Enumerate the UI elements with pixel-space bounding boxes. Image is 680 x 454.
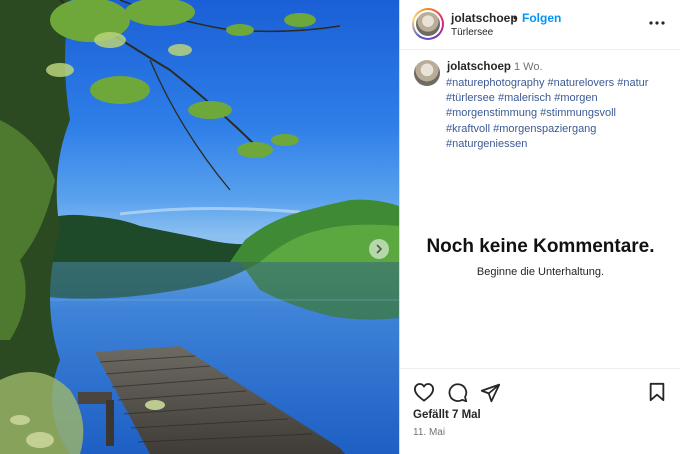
- post-details-panel: jolatschoep • Folgen Türlersee jolatscho…: [399, 0, 680, 454]
- caption-hashtags: #naturephotography #naturelovers #natur …: [446, 76, 678, 152]
- comment-icon: [448, 382, 467, 402]
- hashtag-line: #naturephotography #naturelovers #natur: [446, 76, 678, 91]
- bookmark-icon: [649, 382, 665, 402]
- hashtag-line: #türlersee #malerisch #morgen: [446, 91, 678, 106]
- hashtag-line: #morgenstimmung #stimmungsvoll: [446, 106, 678, 121]
- more-options-button[interactable]: [648, 14, 666, 32]
- caption-timestamp[interactable]: 1 Wo.: [514, 61, 543, 73]
- separator-dot: •: [513, 11, 518, 25]
- no-comments-title: Noch keine Kommentare.: [426, 236, 655, 257]
- caption-avatar[interactable]: [414, 60, 440, 86]
- likes-count[interactable]: Gefällt 7 Mal: [413, 409, 481, 421]
- more-options-icon: [649, 21, 665, 25]
- chevron-right-icon: [376, 244, 382, 254]
- hashtag-link[interactable]: #morgenstimmung #stimmungsvoll: [446, 107, 616, 119]
- heart-icon: [413, 383, 434, 402]
- post-header: jolatschoep • Folgen Türlersee: [400, 0, 680, 50]
- start-conversation-text: Beginne die Unterhaltung.: [476, 266, 605, 278]
- hashtag-line: #kraftvoll #morgenspaziergang: [446, 122, 678, 137]
- hashtag-link[interactable]: #naturgeniessen: [446, 138, 527, 150]
- hashtag-link[interactable]: #türlersee #malerisch #morgen: [446, 92, 598, 104]
- hashtag-link[interactable]: #naturephotography #naturelovers #natur: [446, 77, 648, 89]
- lake-photo: [0, 0, 399, 454]
- follow-button[interactable]: Folgen: [522, 11, 561, 25]
- carousel-next-button[interactable]: [369, 239, 389, 259]
- like-button[interactable]: [413, 381, 435, 403]
- post-photo[interactable]: [0, 0, 399, 454]
- share-button[interactable]: [479, 381, 501, 403]
- location-link[interactable]: Türlersee: [451, 27, 493, 38]
- header-username[interactable]: jolatschoep: [451, 11, 518, 25]
- story-ring-avatar[interactable]: [412, 8, 444, 40]
- post-date[interactable]: 11. Mai: [413, 427, 445, 438]
- caption-username[interactable]: jolatschoep: [447, 61, 511, 73]
- hashtag-link[interactable]: #kraftvoll #morgenspaziergang: [446, 123, 596, 135]
- avatar: [416, 12, 440, 36]
- post-actions: Gefällt 7 Mal 11. Mai: [400, 368, 680, 454]
- hashtag-line: #naturgeniessen: [446, 137, 678, 152]
- comment-button[interactable]: [446, 381, 468, 403]
- send-icon: [480, 383, 500, 402]
- save-button[interactable]: [646, 381, 668, 403]
